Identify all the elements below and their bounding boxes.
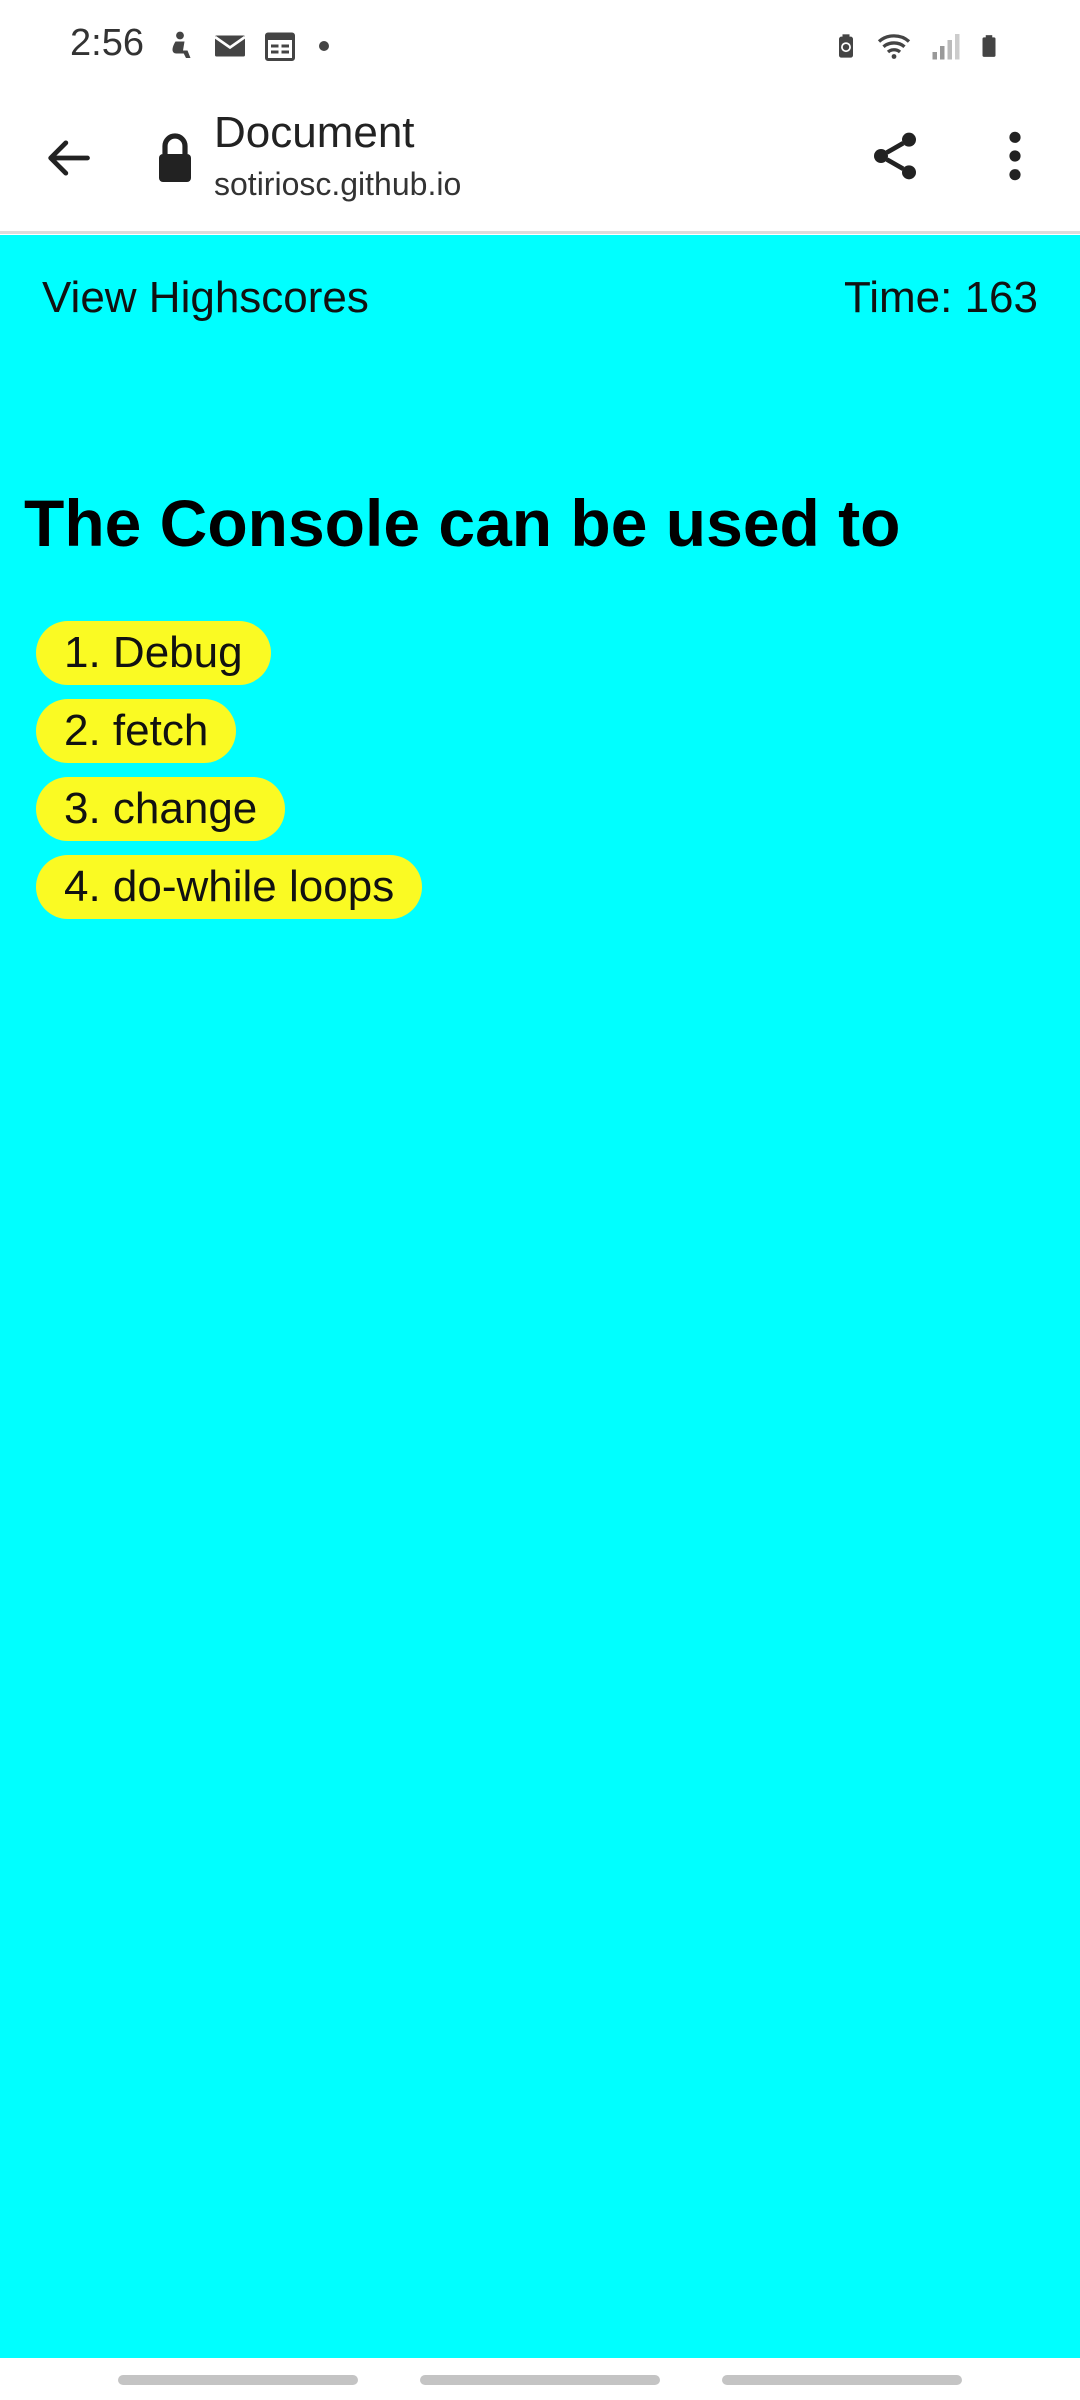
- more-vert-icon: [1009, 131, 1021, 181]
- battery-saver-icon: [839, 34, 853, 58]
- menu-button[interactable]: [990, 118, 1040, 194]
- share-icon: [874, 132, 916, 180]
- nav-back-handle[interactable]: [722, 2375, 962, 2385]
- answer-button[interactable]: 1. Debug: [36, 621, 271, 685]
- share-button[interactable]: [862, 118, 928, 194]
- wifi-icon: [877, 34, 911, 59]
- status-icons-left: [162, 28, 336, 64]
- page-url[interactable]: sotiriosc.github.io: [214, 166, 461, 203]
- status-icons-right: [832, 28, 1002, 64]
- lock-icon[interactable]: [155, 130, 195, 186]
- status-bar: 2:56: [0, 0, 1080, 96]
- nav-recents-handle[interactable]: [118, 2375, 358, 2385]
- answer-list: 1. Debug 2. fetch 3. change 4. do-while …: [36, 621, 423, 919]
- arrow-left-icon: [48, 140, 90, 176]
- timer: Time: 163: [843, 273, 1038, 322]
- back-button[interactable]: [36, 126, 100, 190]
- page-title: Document: [214, 108, 415, 157]
- battery-icon: [982, 35, 996, 57]
- answer-button[interactable]: 3. change: [36, 777, 286, 841]
- signal-icon: [932, 34, 960, 60]
- navigation-bar: [0, 2358, 1080, 2400]
- notification-dot-icon: [319, 41, 329, 51]
- view-highscores-link[interactable]: View Highscores: [42, 273, 369, 323]
- calendar-icon: [265, 32, 295, 61]
- answer-button[interactable]: 2. fetch: [36, 699, 237, 763]
- question-title: The Console can be used to: [24, 486, 901, 560]
- mail-icon: [214, 35, 246, 57]
- answer-button[interactable]: 4. do-while loops: [36, 855, 423, 919]
- status-time: 2:56: [70, 22, 144, 64]
- accessibility-icon: [172, 31, 191, 58]
- nav-home-handle[interactable]: [420, 2375, 660, 2385]
- quiz-page: View Highscores Time: 163 The Console ca…: [0, 235, 1080, 2358]
- browser-toolbar: Document sotiriosc.github.io: [0, 96, 1080, 234]
